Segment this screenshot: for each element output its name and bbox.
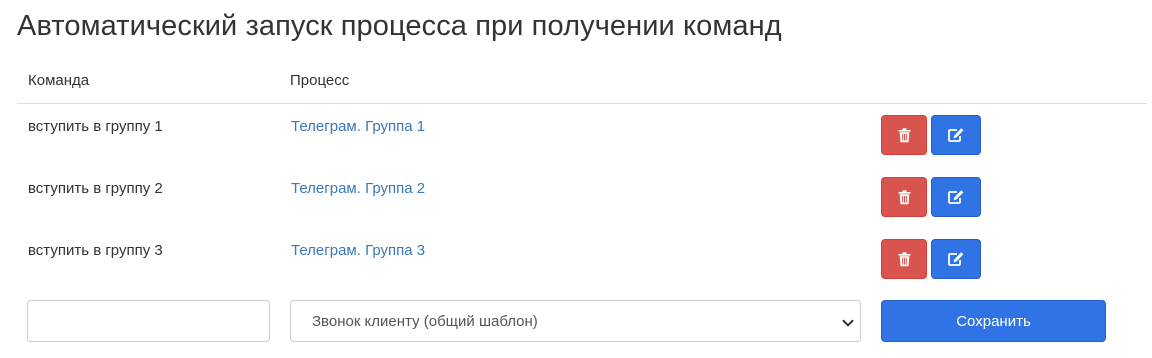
page-title: Автоматический запуск процесса при получ… <box>17 10 782 42</box>
process-link[interactable]: Телеграм. Группа 1 <box>291 118 425 135</box>
edit-button[interactable] <box>931 115 981 155</box>
edit-icon <box>947 251 965 267</box>
edit-icon <box>947 189 965 205</box>
trash-icon <box>898 189 911 205</box>
edit-button[interactable] <box>931 239 981 279</box>
save-button[interactable]: Сохранить <box>881 300 1106 342</box>
trash-icon <box>898 251 911 267</box>
process-link[interactable]: Телеграм. Группа 3 <box>291 242 425 259</box>
table-row: вступить в группу 1 Телеграм. Группа 1 <box>17 104 1147 166</box>
command-cell: вступить в группу 3 <box>28 242 163 259</box>
edit-button[interactable] <box>931 177 981 217</box>
command-input[interactable] <box>27 300 270 342</box>
chevron-down-icon <box>842 316 854 328</box>
command-cell: вступить в группу 2 <box>28 180 163 197</box>
column-header-process: Процесс <box>290 72 350 89</box>
table-row: вступить в группу 2 Телеграм. Группа 2 <box>17 166 1147 228</box>
column-header-command: Команда <box>28 72 90 89</box>
process-select[interactable]: Звонок клиенту (общий шаблон) <box>290 300 861 342</box>
delete-button[interactable] <box>881 115 927 155</box>
delete-button[interactable] <box>881 239 927 279</box>
table-header: Команда Процесс <box>17 60 1147 104</box>
table-row: вступить в группу 3 Телеграм. Группа 3 <box>17 228 1147 290</box>
trash-icon <box>898 127 911 143</box>
command-cell: вступить в группу 1 <box>28 118 163 135</box>
process-link[interactable]: Телеграм. Группа 2 <box>291 180 425 197</box>
process-select-value: Звонок клиенту (общий шаблон) <box>312 313 538 330</box>
delete-button[interactable] <box>881 177 927 217</box>
edit-icon <box>947 127 965 143</box>
